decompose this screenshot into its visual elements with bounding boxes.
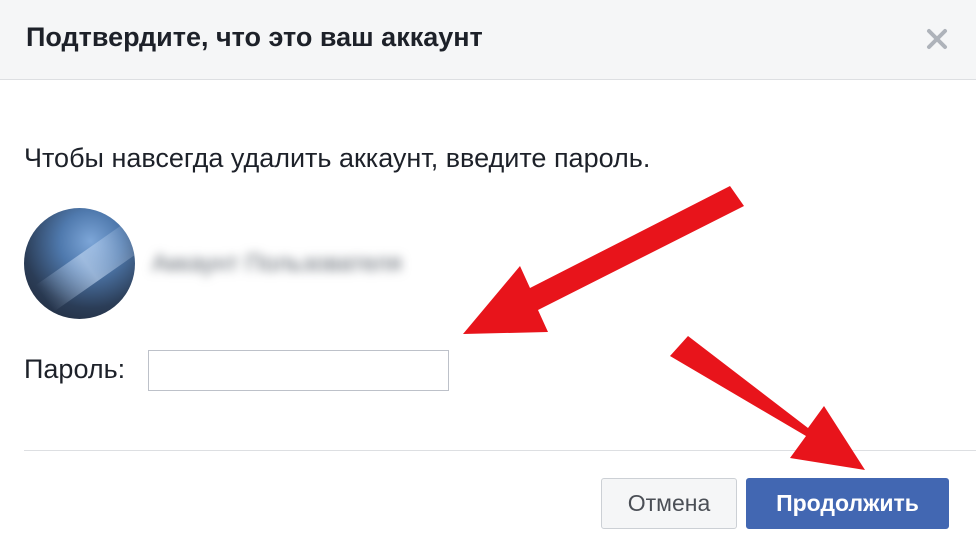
annotation-arrows: [463, 186, 865, 470]
password-input[interactable]: [148, 350, 449, 391]
footer-divider: [24, 450, 976, 451]
continue-button[interactable]: Продолжить: [746, 478, 949, 529]
user-name: Аккаунт Пользователя: [152, 250, 402, 277]
cancel-button[interactable]: Отмена: [601, 478, 737, 529]
dialog-title: Подтвердите, что это ваш аккаунт: [26, 22, 483, 52]
delete-account-dialog: Подтвердите, что это ваш аккаунт Чтобы н…: [0, 0, 976, 550]
avatar: [24, 208, 135, 319]
avatar-image-detail: [35, 216, 135, 312]
instruction-text: Чтобы навсегда удалить аккаунт, введите …: [24, 143, 651, 173]
password-label: Пароль:: [24, 354, 126, 384]
dialog-header: Подтвердите, что это ваш аккаунт: [0, 0, 976, 80]
close-icon[interactable]: [924, 26, 950, 52]
arrow-to-password-icon: [463, 186, 744, 334]
